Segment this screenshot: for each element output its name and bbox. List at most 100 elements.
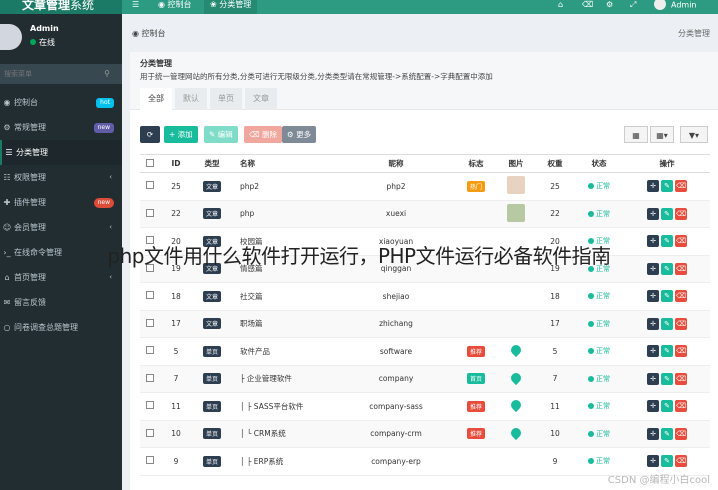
table-row[interactable]: 18 文章 社交篇 shejiao 18 正常 ✛ ✎ ⌫ bbox=[140, 282, 710, 311]
drag-move-icon[interactable]: ✛ bbox=[647, 372, 659, 385]
select-all-header[interactable] bbox=[140, 154, 160, 173]
row-checkbox[interactable] bbox=[146, 428, 154, 437]
sidebar-item-7[interactable]: ⌂ 首页管理 ‹ bbox=[0, 265, 122, 290]
sidebar-item-6[interactable]: ›_ 在线命令管理 bbox=[0, 240, 122, 265]
table-row[interactable]: 11 单页 │ ├ SASS平台软件 company-sass 推荐 11 正常 ✛ ✎ ⌫ bbox=[140, 392, 710, 421]
row-checkbox[interactable] bbox=[146, 263, 154, 272]
tab-article[interactable]: 文章 bbox=[245, 88, 277, 110]
delete-button[interactable]: ⌫ 删除 bbox=[244, 126, 282, 143]
table-row[interactable]: 25 文章 php2 php2 热门 25 正常 ✛ ✎ ⌫ bbox=[140, 172, 710, 201]
col-image[interactable]: 图片 bbox=[496, 154, 536, 173]
col-type[interactable]: 类型 bbox=[192, 154, 232, 173]
drag-move-icon[interactable]: ✛ bbox=[647, 180, 659, 193]
delete-row-button[interactable]: ⌫ bbox=[675, 345, 687, 358]
tab-dashboard[interactable]: ◉ 控制台 bbox=[152, 0, 198, 14]
drag-move-icon[interactable]: ✛ bbox=[647, 400, 659, 413]
location-pin-icon[interactable] bbox=[508, 343, 524, 358]
tab-category[interactable]: ❀ 分类管理 bbox=[204, 0, 258, 14]
row-checkbox[interactable] bbox=[146, 401, 154, 410]
delete-row-button[interactable]: ⌫ bbox=[675, 372, 687, 385]
delete-row-button[interactable]: ⌫ bbox=[675, 317, 687, 330]
row-checkbox[interactable] bbox=[146, 373, 154, 382]
col-id[interactable]: ID bbox=[160, 154, 192, 173]
edit-row-button[interactable]: ✎ bbox=[661, 207, 673, 220]
user-menu[interactable]: Admin bbox=[654, 0, 697, 11]
delete-row-button[interactable]: ⌫ bbox=[675, 262, 687, 275]
table-row[interactable]: 17 文章 职场篇 zhichang 17 正常 ✛ ✎ ⌫ bbox=[140, 310, 710, 338]
location-pin-icon[interactable] bbox=[508, 425, 524, 440]
col-nickname[interactable]: 昵称 bbox=[336, 154, 456, 173]
table-row[interactable]: 19 文章 情感篇 qinggan 19 正常 ✛ ✎ ⌫ bbox=[140, 255, 710, 283]
delete-row-button[interactable]: ⌫ bbox=[675, 180, 687, 193]
row-checkbox[interactable] bbox=[146, 456, 154, 465]
row-checkbox[interactable] bbox=[146, 208, 154, 217]
trash-icon[interactable]: ⌫ bbox=[582, 0, 593, 10]
app-logo[interactable]: 文章管理系统 bbox=[0, 0, 122, 14]
delete-row-button[interactable]: ⌫ bbox=[675, 400, 687, 413]
home-icon[interactable]: ⌂ bbox=[558, 0, 563, 10]
columns-button[interactable]: ▦▾ bbox=[650, 126, 674, 143]
row-checkbox[interactable] bbox=[146, 291, 154, 300]
drag-move-icon[interactable]: ✛ bbox=[647, 207, 659, 220]
sidebar-item-1[interactable]: ⚙ 常规管理 new bbox=[0, 115, 122, 140]
edit-row-button[interactable]: ✎ bbox=[661, 262, 673, 275]
drag-move-icon[interactable]: ✛ bbox=[647, 290, 659, 303]
edit-row-button[interactable]: ✎ bbox=[661, 455, 673, 468]
thumbnail-image[interactable] bbox=[507, 176, 525, 195]
tab-page[interactable]: 单页 bbox=[210, 88, 242, 110]
edit-row-button[interactable]: ✎ bbox=[661, 180, 673, 193]
sidebar-item-8[interactable]: ✉ 留言反馈 bbox=[0, 290, 122, 315]
more-button[interactable]: ⚙ 更多 bbox=[282, 126, 317, 143]
col-weight[interactable]: 权重 bbox=[536, 154, 574, 173]
col-status[interactable]: 状态 bbox=[574, 154, 624, 173]
edit-row-button[interactable]: ✎ bbox=[661, 427, 673, 440]
fullscreen-icon[interactable]: ⤢ bbox=[630, 0, 636, 10]
table-row[interactable]: 20 文章 校园篇 xiaoyuan 20 正常 ✛ ✎ ⌫ bbox=[140, 227, 710, 256]
sidebar-item-5[interactable]: ☺ 会员管理 ‹ bbox=[0, 215, 122, 240]
drag-move-icon[interactable]: ✛ bbox=[647, 455, 659, 468]
table-row[interactable]: 5 单页 软件产品 software 推荐 5 正常 ✛ ✎ ⌫ bbox=[140, 337, 710, 366]
edit-row-button[interactable]: ✎ bbox=[661, 317, 673, 330]
delete-row-button[interactable]: ⌫ bbox=[675, 235, 687, 248]
row-checkbox[interactable] bbox=[146, 181, 154, 190]
sidebar-item-4[interactable]: ✚ 插件管理 new bbox=[0, 190, 122, 215]
edit-row-button[interactable]: ✎ bbox=[661, 400, 673, 413]
row-checkbox[interactable] bbox=[146, 346, 154, 355]
delete-row-button[interactable]: ⌫ bbox=[675, 455, 687, 468]
col-name[interactable]: 名称 bbox=[232, 154, 336, 173]
drag-move-icon[interactable]: ✛ bbox=[647, 262, 659, 275]
sidebar-item-9[interactable]: ○ 问卷调查总题管理 bbox=[0, 315, 122, 340]
delete-row-button[interactable]: ⌫ bbox=[675, 427, 687, 440]
search-icon[interactable]: ⚲ bbox=[104, 69, 110, 78]
export-button[interactable]: ▼▾ bbox=[680, 126, 708, 143]
add-button[interactable]: + 添加 bbox=[164, 126, 198, 143]
drag-move-icon[interactable]: ✛ bbox=[647, 235, 659, 248]
thumbnail-image[interactable] bbox=[507, 203, 525, 222]
location-pin-icon[interactable] bbox=[508, 370, 524, 385]
edit-row-button[interactable]: ✎ bbox=[661, 235, 673, 248]
refresh-button[interactable]: ⟳ bbox=[140, 126, 160, 143]
edit-row-button[interactable]: ✎ bbox=[661, 290, 673, 303]
drag-move-icon[interactable]: ✛ bbox=[647, 427, 659, 440]
language-icon[interactable]: ⚙ bbox=[606, 0, 613, 10]
location-pin-icon[interactable] bbox=[508, 398, 524, 413]
toggle-view-button[interactable]: ▦ bbox=[624, 126, 648, 143]
row-checkbox[interactable] bbox=[146, 318, 154, 327]
breadcrumb-current[interactable]: 控制台 bbox=[142, 29, 166, 38]
col-flag[interactable]: 标志 bbox=[456, 154, 496, 173]
table-row[interactable]: 7 单页 ├ 企业管理软件 company 首页 7 正常 ✛ ✎ ⌫ bbox=[140, 365, 710, 393]
edit-button[interactable]: ✎ 编辑 bbox=[204, 126, 238, 143]
sidebar-item-3[interactable]: ☷ 权限管理 ‹ bbox=[0, 165, 122, 190]
select-all-checkbox[interactable] bbox=[146, 158, 154, 167]
menu-toggle-icon[interactable]: ☰ bbox=[132, 0, 139, 10]
sidebar-item-2[interactable]: ☰ 分类管理 bbox=[0, 140, 122, 165]
drag-move-icon[interactable]: ✛ bbox=[647, 317, 659, 330]
delete-row-button[interactable]: ⌫ bbox=[675, 207, 687, 220]
table-row[interactable]: 10 单页 │ └ CRM系统 company-crm 推荐 10 正常 ✛ ✎ ⌫ bbox=[140, 420, 710, 448]
tab-default[interactable]: 默认 bbox=[175, 88, 207, 110]
drag-move-icon[interactable]: ✛ bbox=[647, 345, 659, 358]
table-row[interactable]: 22 文章 php xuexi 22 正常 ✛ ✎ ⌫ bbox=[140, 200, 710, 228]
edit-row-button[interactable]: ✎ bbox=[661, 345, 673, 358]
row-checkbox[interactable] bbox=[146, 236, 154, 245]
delete-row-button[interactable]: ⌫ bbox=[675, 290, 687, 303]
